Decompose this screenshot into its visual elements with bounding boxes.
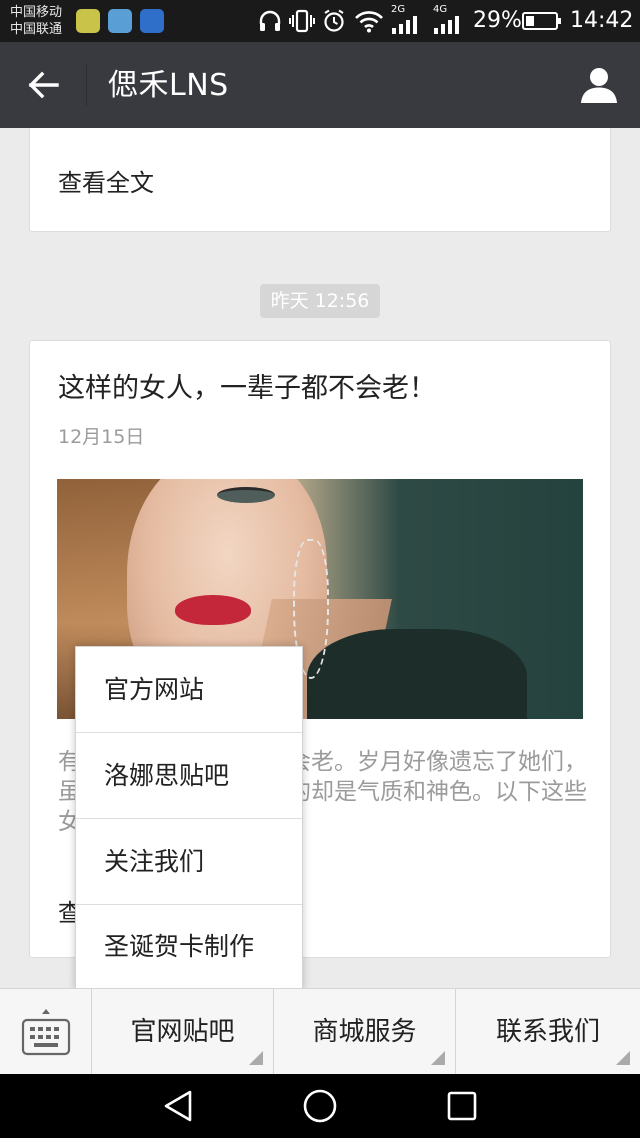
menu-button-site-tieba[interactable]: 官网贴吧: [92, 989, 274, 1075]
carrier-2: 中国联通: [10, 22, 63, 37]
clock: 14:42: [570, 8, 634, 33]
submenu-popup: 官方网站 洛娜思贴吧 关注我们 圣诞贺卡制作: [75, 646, 303, 990]
system-recents-button[interactable]: [442, 1086, 482, 1126]
title-bar: 偲禾LNS: [0, 42, 640, 128]
back-triangle-icon: [164, 1090, 192, 1122]
submenu-item-follow-us[interactable]: 关注我们: [76, 819, 302, 905]
keyboard-toggle-button[interactable]: [0, 989, 92, 1075]
network-type-2: 4G: [433, 4, 448, 15]
network-type-1: 2G: [391, 4, 406, 15]
signal-icon: [434, 16, 459, 34]
profile-button[interactable]: [574, 63, 624, 107]
keyboard-icon: [21, 1009, 70, 1056]
carrier-1: 中国移动: [10, 5, 63, 20]
page-title: 偲禾LNS: [108, 68, 229, 103]
system-home-button[interactable]: [300, 1086, 340, 1126]
submenu-item-official-site[interactable]: 官方网站: [76, 647, 302, 733]
article-headline: 这样的女人，一辈子都不会老！: [58, 373, 436, 404]
vibrate-icon: [289, 9, 315, 33]
menu-button-contact-us[interactable]: 联系我们: [456, 989, 640, 1075]
cover-collar: [307, 629, 527, 719]
wifi-icon: [355, 11, 383, 33]
cover-lips: [175, 595, 251, 625]
previous-article-card[interactable]: 查看全文: [29, 128, 611, 232]
submenu-indicator-icon: [249, 1051, 263, 1065]
article-date: 12月15日: [58, 426, 145, 448]
menu-button-label: 商城服务: [312, 1017, 417, 1047]
submenu-indicator-icon: [616, 1051, 630, 1065]
cover-eye: [217, 487, 275, 503]
carrier-labels: 中国移动 中国联通: [10, 4, 62, 38]
app-notification-icon: [140, 9, 164, 33]
headphones-icon: [259, 10, 281, 31]
system-back-button[interactable]: [158, 1086, 198, 1126]
app-notification-icon: [76, 9, 100, 33]
submenu-item-christmas-card[interactable]: 圣诞贺卡制作: [76, 905, 302, 989]
menu-button-label: 联系我们: [495, 1017, 600, 1047]
bottom-menu-bar: 官网贴吧 商城服务 联系我们: [0, 988, 640, 1075]
app-notification-icon: [108, 9, 132, 33]
back-button[interactable]: [18, 63, 68, 107]
menu-button-label: 官网贴吧: [130, 1017, 235, 1047]
home-circle-icon: [303, 1089, 337, 1123]
battery-icon: [522, 12, 561, 30]
person-icon: [581, 68, 617, 103]
submenu-item-tieba[interactable]: 洛娜思贴吧: [76, 733, 302, 819]
recent-square-icon: [447, 1091, 477, 1121]
message-timestamp: 昨天 12:56: [260, 284, 380, 318]
title-divider: [86, 64, 87, 106]
status-bar: 中国移动 中国联通 2G 4G 29% 14:42: [0, 0, 640, 42]
alarm-icon: [324, 9, 344, 32]
menu-button-mall-service[interactable]: 商城服务: [274, 989, 456, 1075]
submenu-indicator-icon: [431, 1051, 445, 1065]
system-navigation-bar: [0, 1074, 640, 1138]
arrow-left-icon: [28, 71, 59, 99]
read-full-text-link[interactable]: 查看全文: [58, 167, 154, 199]
signal-icon: [392, 16, 417, 34]
battery-percent: 29%: [473, 8, 522, 33]
